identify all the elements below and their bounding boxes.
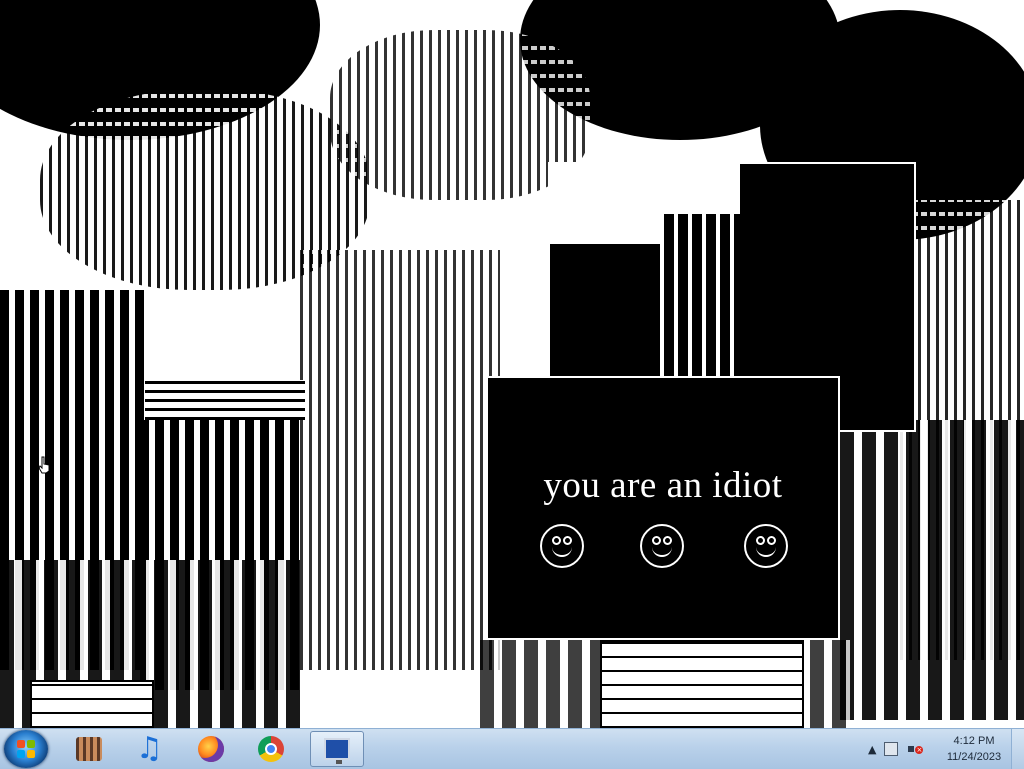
show-desktop-button[interactable] xyxy=(1011,729,1024,769)
taskbar-app-itunes[interactable]: ♫ xyxy=(122,731,176,767)
smiley-row xyxy=(488,524,838,574)
smiley-face-icon xyxy=(640,524,684,568)
chrome-icon xyxy=(258,736,284,762)
windows-logo-icon xyxy=(17,740,35,758)
system-tray: ▲ × xyxy=(868,729,924,769)
taskbar-app-chrome[interactable] xyxy=(244,731,298,767)
taskbar-app-firefox[interactable] xyxy=(184,731,238,767)
taskbar: ♫ ▲ × 4:12 PM 11/24/2023 xyxy=(0,728,1024,769)
clock-date: 11/24/2023 xyxy=(946,751,1002,763)
smiley-face-icon xyxy=(540,524,584,568)
network-icon[interactable] xyxy=(884,742,899,756)
film-app-icon xyxy=(76,737,102,761)
hand-cursor-icon xyxy=(38,456,50,474)
start-button[interactable] xyxy=(4,730,48,768)
taskbar-clock[interactable]: 4:12 PM 11/24/2023 xyxy=(938,733,1010,765)
smiley-face-icon xyxy=(744,524,788,568)
remote-desktop-icon xyxy=(324,738,350,764)
firefox-icon xyxy=(198,736,224,762)
clock-time: 4:12 PM xyxy=(953,735,995,747)
glitch-brick xyxy=(30,680,154,728)
show-hidden-icons-button[interactable]: ▲ xyxy=(868,743,876,756)
glitch-stripes xyxy=(145,380,305,420)
popup-message: you are an idiot xyxy=(543,465,783,506)
taskbar-app-film[interactable] xyxy=(62,731,116,767)
glitch-pattern xyxy=(840,420,1024,720)
glitch-pattern xyxy=(300,250,500,670)
glitch-brick xyxy=(600,640,804,728)
desktop-background: you are an idiot xyxy=(0,0,1024,728)
itunes-icon: ♫ xyxy=(136,731,163,766)
popup-window[interactable]: you are an idiot xyxy=(486,376,840,640)
speaker-muted-icon[interactable]: × xyxy=(908,743,924,755)
taskbar-app-remote-desktop[interactable] xyxy=(310,731,364,767)
